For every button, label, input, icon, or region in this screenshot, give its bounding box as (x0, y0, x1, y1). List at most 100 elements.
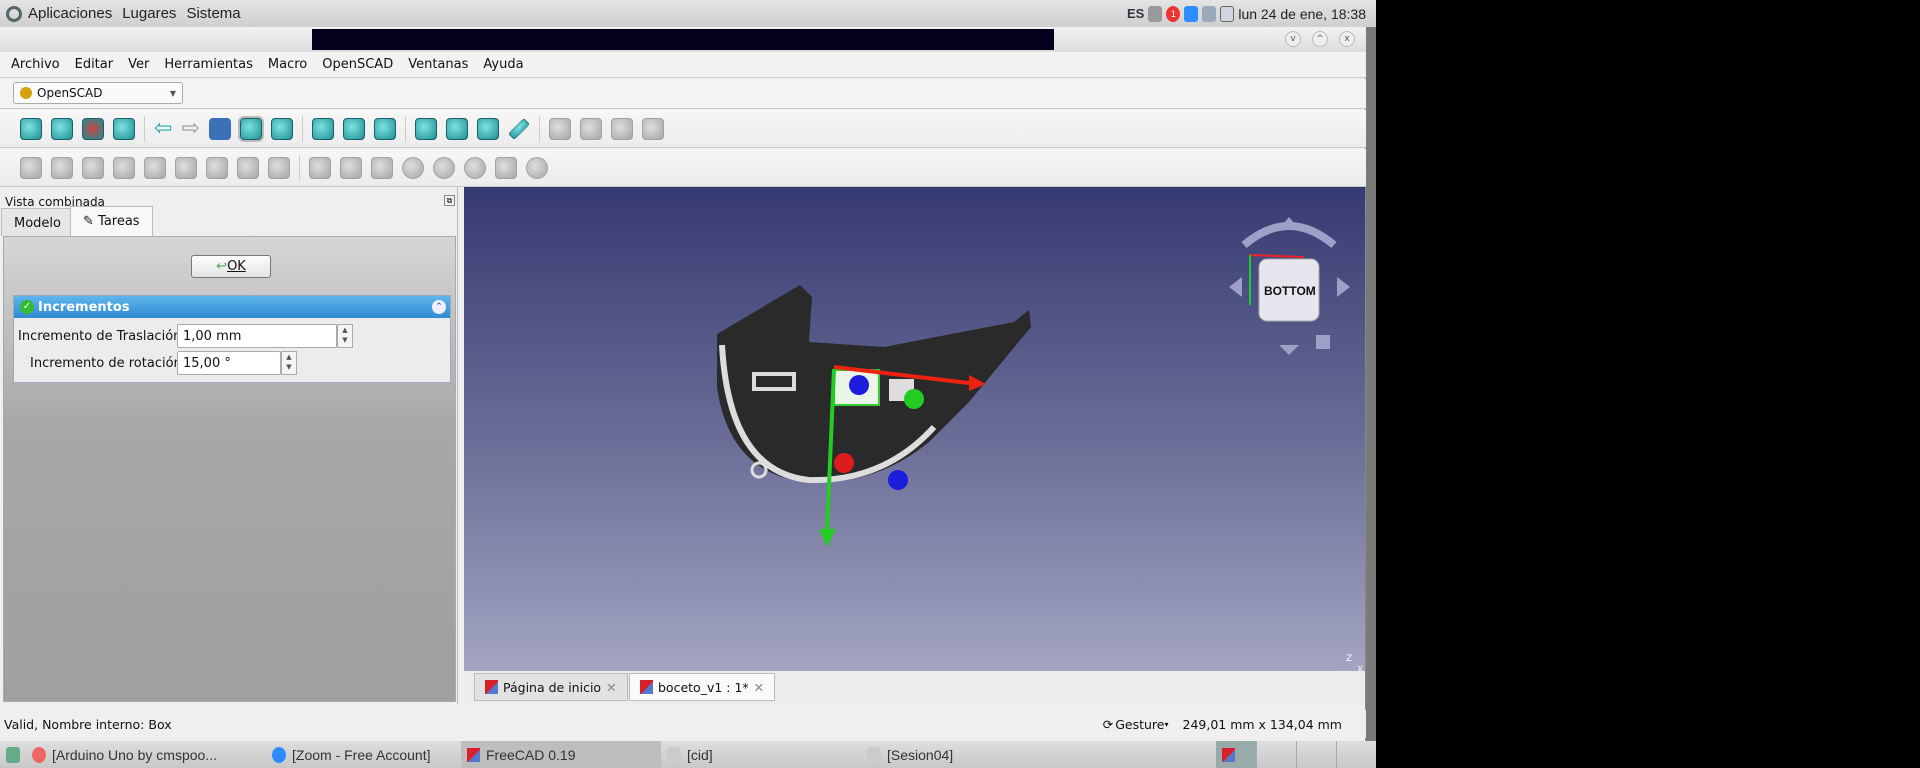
maximize-button[interactable]: ^ (1312, 31, 1328, 47)
remove-subtree-icon[interactable] (113, 156, 135, 179)
folder-icon (667, 746, 681, 763)
primitive-icon[interactable] (309, 156, 331, 179)
explode-group-icon[interactable] (144, 156, 166, 179)
minimize-button[interactable]: v (1285, 31, 1301, 47)
tab-boceto[interactable]: boceto_v1 : 1* ✕ (629, 673, 776, 701)
menu-lugares[interactable]: Lugares (122, 5, 176, 22)
rear-view-icon[interactable] (414, 117, 437, 140)
taskbar: [Arduino Uno by cmspoo... [Zoom - Free A… (0, 741, 1376, 768)
shape-builder-icon[interactable] (340, 156, 362, 179)
network-signal-icon[interactable] (1202, 5, 1217, 22)
undock-button[interactable]: ⧉ (444, 195, 455, 206)
task-sesion04[interactable]: [Sesion04] (861, 741, 1216, 768)
task-freecad[interactable]: FreeCAD 0.19 (461, 741, 661, 768)
zoom-tray-icon[interactable] (1184, 5, 1199, 22)
menu-ver[interactable]: Ver (128, 57, 149, 72)
menu-macro[interactable]: Macro (268, 57, 307, 72)
volume-icon[interactable] (1148, 5, 1163, 22)
close-button[interactable]: x (1339, 31, 1355, 47)
workspace-2[interactable] (1256, 741, 1296, 768)
task-label: FreeCAD 0.19 (486, 746, 576, 763)
tab-label: boceto_v1 : 1* (658, 679, 749, 695)
notification-badge[interactable]: 1 (1166, 5, 1181, 22)
menu-ayuda[interactable]: Ayuda (483, 57, 523, 72)
keyboard-layout[interactable]: ES (1127, 6, 1144, 21)
show-desktop-button[interactable] (0, 741, 26, 768)
workbench-selector[interactable]: OpenSCAD ▼ (13, 82, 183, 104)
title-bar[interactable]: v ^ x (0, 27, 1366, 52)
workspace-4[interactable] (1336, 741, 1376, 768)
close-tab-icon[interactable]: ✕ (606, 680, 616, 695)
right-view-icon[interactable] (373, 117, 396, 140)
navigation-style-button[interactable]: Gesture (1115, 717, 1164, 732)
battery-icon[interactable] (1220, 5, 1235, 22)
measure-icon[interactable] (507, 117, 530, 140)
minkowski-icon[interactable] (268, 156, 290, 179)
rotation-increment-input[interactable]: 15,00 ° (177, 351, 281, 375)
tab-tareas[interactable]: ✎ Tareas (70, 206, 153, 236)
cut-icon[interactable] (402, 156, 424, 179)
part-icon[interactable] (548, 117, 571, 140)
document-tabs: Página de inicio ✕ boceto_v1 : 1* ✕ (464, 671, 1365, 704)
back-arrow-icon[interactable]: ⇦ (154, 116, 172, 141)
workbench-selected: OpenSCAD (37, 86, 103, 100)
bottom-view-icon[interactable] (445, 117, 468, 140)
menu-ventanas[interactable]: Ventanas (408, 57, 468, 72)
openscad-toolbar (0, 149, 1366, 187)
3d-view[interactable]: BOTTOM Z X Y (464, 187, 1365, 671)
workbench-toolbar: OpenSCAD ▼ (0, 79, 1366, 109)
translation-increment-input[interactable]: 1,00 mm (177, 324, 337, 348)
draw-style-icon[interactable] (82, 117, 104, 140)
replace-object-icon[interactable] (51, 156, 73, 179)
revolve-icon[interactable] (526, 156, 548, 179)
workspace-3[interactable] (1296, 741, 1336, 768)
zoom-icon[interactable] (237, 115, 264, 142)
compound-tools-icon[interactable] (371, 156, 393, 179)
distro-logo-icon[interactable] (6, 5, 22, 22)
tab-modelo[interactable]: Modelo (1, 208, 74, 236)
nav-down-arrow (1279, 345, 1299, 355)
y-rotation-handle (904, 389, 924, 409)
menu-sistema[interactable]: Sistema (186, 5, 240, 22)
translation-spin-arrows[interactable]: ▲ ▼ (337, 324, 353, 348)
collapse-icon[interactable]: ⌃ (432, 300, 446, 314)
front-view-icon[interactable] (311, 117, 334, 140)
extrude-icon[interactable] (495, 156, 517, 179)
tab-start-page[interactable]: Página de inicio ✕ (474, 673, 628, 701)
fit-all-icon[interactable] (20, 117, 42, 140)
hull-icon[interactable] (237, 156, 259, 179)
clock[interactable]: lun 24 de ene, 18:38 (1238, 6, 1366, 22)
top-view-icon[interactable] (342, 117, 365, 140)
isometric-view-icon[interactable] (270, 117, 293, 140)
common-icon[interactable] (464, 156, 486, 179)
rotation-spin-arrows[interactable]: ▲ ▼ (281, 351, 297, 375)
workspace-1[interactable] (1216, 741, 1256, 768)
task-arduino[interactable]: [Arduino Uno by cmspoo... (26, 741, 266, 768)
refine-shape-icon[interactable] (82, 156, 104, 179)
menu-archivo[interactable]: Archivo (11, 57, 60, 72)
fit-selection-icon[interactable] (51, 117, 73, 140)
group-icon[interactable] (579, 117, 602, 140)
menu-herramientas[interactable]: Herramientas (164, 57, 253, 72)
task-zoom[interactable]: [Zoom - Free Account] (266, 741, 461, 768)
menu-editar[interactable]: Editar (75, 57, 114, 72)
bounding-box-icon[interactable] (113, 117, 135, 140)
add-openscad-element-icon[interactable] (20, 156, 42, 179)
std-views-icon[interactable] (208, 117, 231, 140)
left-view-icon[interactable] (476, 117, 499, 140)
forward-arrow-icon[interactable]: ⇨ (181, 116, 199, 141)
navigation-cube[interactable]: BOTTOM (1229, 217, 1350, 355)
link-actions-icon[interactable] (641, 117, 664, 140)
task-cid[interactable]: [cid] (661, 741, 861, 768)
link-icon[interactable] (610, 117, 633, 140)
menu-aplicaciones[interactable]: Aplicaciones (28, 5, 112, 22)
menu-openscad[interactable]: OpenSCAD (322, 57, 393, 72)
ok-button[interactable]: ↩OK (191, 255, 271, 278)
color-codes-icon[interactable] (206, 156, 228, 179)
freecad-icon (467, 747, 480, 762)
fuse-icon[interactable] (433, 156, 455, 179)
chevron-down-icon: ▼ (169, 88, 176, 98)
close-tab-icon[interactable]: ✕ (754, 680, 764, 695)
mesh-boolean-icon[interactable] (175, 156, 197, 179)
increments-header[interactable]: ✓ Incrementos ⌃ (14, 296, 450, 318)
